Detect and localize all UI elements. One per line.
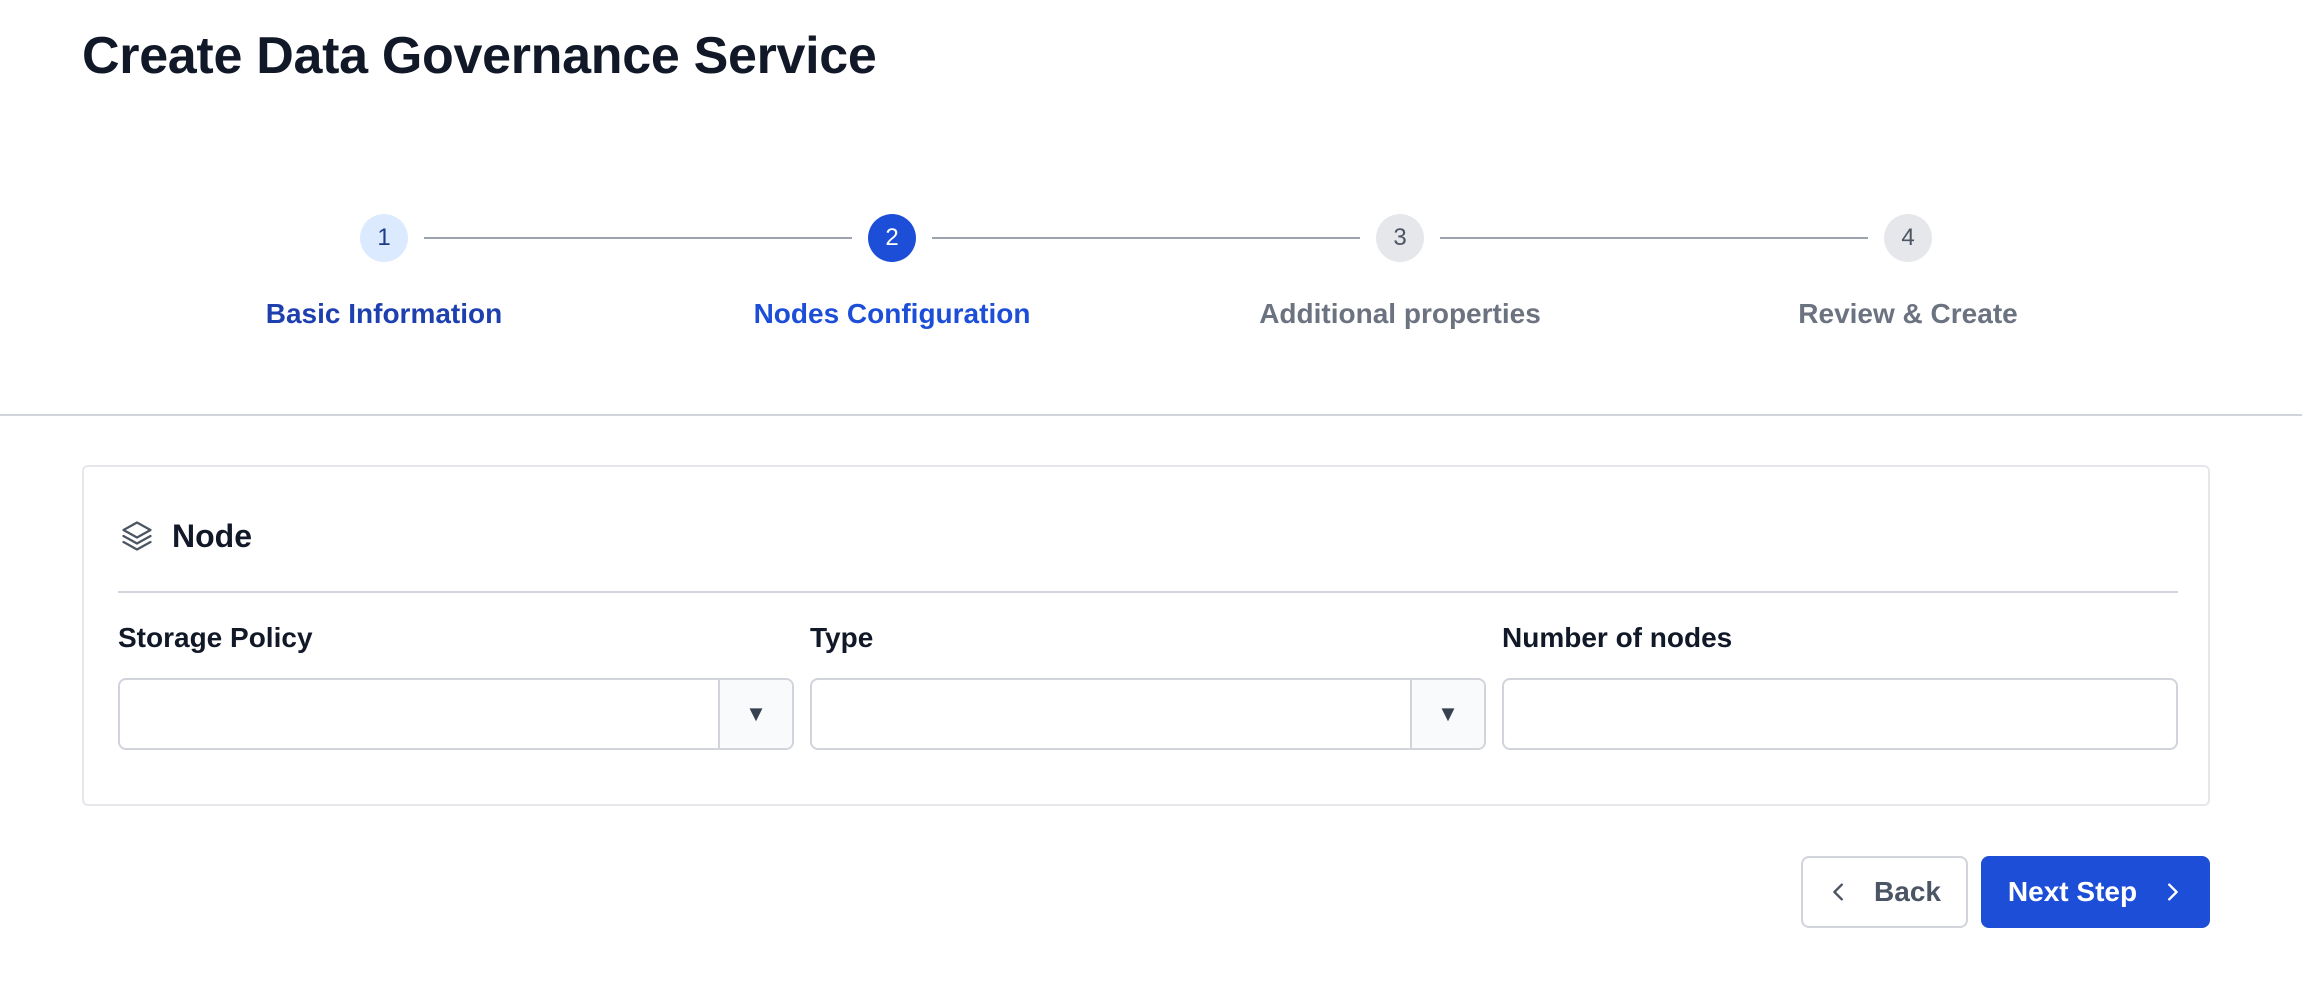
storage-policy-dropdown-button[interactable]: ▼ [718,680,792,748]
storage-policy-label: Storage Policy [118,622,313,653]
storage-policy-select[interactable]: ▼ [118,678,794,750]
step-4-label: Review & Create [1798,298,2018,329]
chevron-right-icon [2161,881,2183,903]
number-of-nodes-input[interactable] [1504,680,2176,748]
number-of-nodes-label: Number of nodes [1502,622,1733,653]
layers-icon [118,517,156,555]
back-button-label: Back [1874,876,1941,907]
caret-down-icon: ▼ [745,701,767,726]
card-header: Node [118,517,252,555]
type-label: Type [810,622,874,653]
type-field: Type ▼ [810,622,1486,750]
card-separator [118,591,2178,593]
number-of-nodes-control[interactable] [1502,678,2178,750]
section-divider [0,414,2302,416]
chevron-left-icon [1828,881,1850,903]
step-connector [1440,237,1868,239]
storage-policy-input[interactable] [120,680,718,748]
step-number: 2 [885,224,899,251]
wizard-stepper: 1 2 3 4 Basic Information Nodes Configur… [0,0,2302,415]
caret-down-icon: ▼ [1437,701,1459,726]
step-number: 4 [1901,224,1915,251]
back-button[interactable]: Back [1801,856,1968,928]
type-dropdown-button[interactable]: ▼ [1410,680,1484,748]
step-connector [932,237,1360,239]
storage-policy-field: Storage Policy ▼ [118,622,794,750]
step-3-indicator: 3 [1376,214,1424,262]
step-2-indicator[interactable]: 2 [868,214,916,262]
step-connector [424,237,852,239]
step-4-indicator: 4 [1884,214,1932,262]
step-1-indicator[interactable]: 1 [360,214,408,262]
node-card: Node Storage Policy ▼ Type ▼ Number of n… [82,465,2210,806]
step-3-label: Additional properties [1259,298,1541,329]
step-number: 1 [377,224,391,251]
step-1-label[interactable]: Basic Information [174,298,594,330]
next-step-button[interactable]: Next Step [1981,856,2210,928]
type-input[interactable] [812,680,1410,748]
next-step-button-label: Next Step [2007,876,2138,907]
number-of-nodes-field: Number of nodes [1502,622,2178,750]
card-title: Node [172,517,252,554]
step-2-label[interactable]: Nodes Configuration [682,298,1102,330]
type-select[interactable]: ▼ [810,678,1486,750]
step-number: 3 [1393,224,1407,251]
